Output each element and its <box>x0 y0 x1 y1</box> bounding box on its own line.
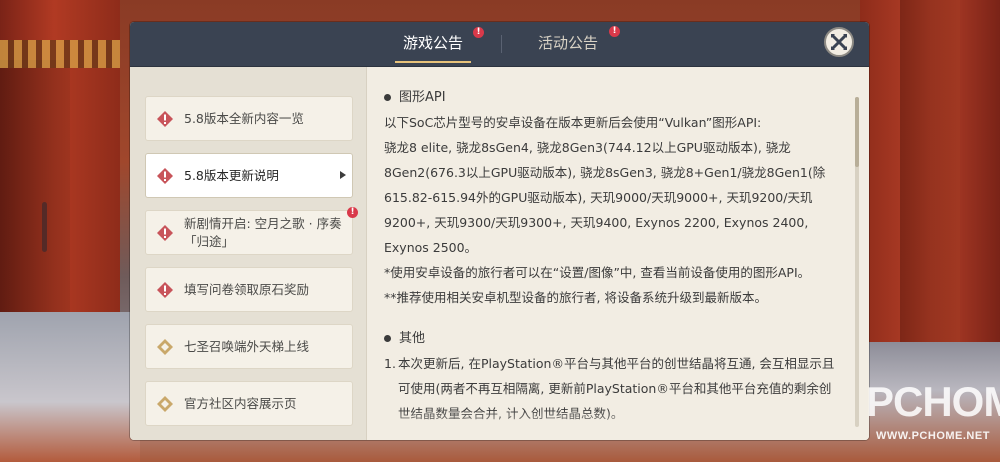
list-item-label: 新剧情开启: 空月之歌 · 序奏「归途」 <box>184 215 342 249</box>
announcement-dialog: 游戏公告 ! 活动公告 ! 5.8版本全新内容一览 5.8版本更新说明 新剧情开… <box>130 22 869 440</box>
list-item[interactable]: 新剧情开启: 空月之歌 · 序奏「归途」 ! <box>145 207 358 255</box>
content-scrollbar[interactable] <box>855 97 859 427</box>
warning-diamond-icon <box>157 282 173 298</box>
tab-event-announcements[interactable]: 活动公告 ! <box>538 22 620 66</box>
list-item[interactable]: 5.8版本全新内容一览 <box>145 96 353 141</box>
tab-divider <box>501 35 502 53</box>
paragraph: **推荐使用相关安卓机型设备的旅行者, 将设备系统升级到最新版本。 <box>384 290 767 305</box>
warning-diamond-icon <box>157 225 173 241</box>
announcement-content[interactable]: 图形API 以下SoC芯片型号的安卓设备在版本更新后会使用“Vulkan”图形A… <box>366 67 869 440</box>
list-item-selected[interactable]: 5.8版本更新说明 <box>145 153 353 198</box>
dialog-header: 游戏公告 ! 活动公告 ! <box>130 22 869 67</box>
new-badge: ! <box>609 26 620 37</box>
warning-diamond-icon <box>157 168 173 184</box>
tab-label: 活动公告 <box>538 34 599 52</box>
paragraph: 骁龙8 elite, 骁龙8sGen4, 骁龙8Gen3(744.12以上GPU… <box>384 140 826 255</box>
tab-game-announcements[interactable]: 游戏公告 ! <box>395 22 484 66</box>
paragraph: 以下SoC芯片型号的安卓设备在版本更新后会使用“Vulkan”图形API: <box>384 115 762 130</box>
bullet-icon <box>384 94 391 101</box>
paragraph: *使用安卓设备的旅行者可以在“设置/图像”中, 查看当前设备使用的图形API。 <box>384 265 811 280</box>
list-item-label: 5.8版本更新说明 <box>184 167 279 183</box>
close-x-icon <box>831 34 847 50</box>
section-title-text: 图形API <box>399 90 446 105</box>
list-item-label: 七圣召唤端外天梯上线 <box>184 338 310 354</box>
close-button[interactable] <box>824 27 854 57</box>
edge-handle[interactable] <box>42 202 47 252</box>
warning-diamond-icon <box>157 111 173 127</box>
list-item[interactable]: 填写问卷领取原石奖励 <box>145 267 353 312</box>
section-title: 其他 <box>384 326 836 351</box>
list-item-label: 官方社区内容展示页 <box>184 395 297 411</box>
list-item[interactable]: 官方社区内容展示页 <box>145 381 353 426</box>
scroll-fade <box>367 410 869 440</box>
section-title: 图形API <box>384 85 836 110</box>
bullet-icon <box>384 335 391 342</box>
list-item-label: 5.8版本全新内容一览 <box>184 110 304 126</box>
card-diamond-icon <box>157 339 173 355</box>
section-title-text: 其他 <box>399 331 426 346</box>
scrollbar-thumb[interactable] <box>855 97 859 167</box>
tab-label: 游戏公告 <box>403 34 464 52</box>
content-body: 图形API 以下SoC芯片型号的安卓设备在版本更新后会使用“Vulkan”图形A… <box>384 85 836 426</box>
announcement-list: 5.8版本全新内容一览 5.8版本更新说明 新剧情开启: 空月之歌 · 序奏「归… <box>130 67 366 440</box>
chevron-right-icon <box>340 171 346 179</box>
active-tab-underline <box>395 61 472 63</box>
new-badge: ! <box>347 207 358 218</box>
new-badge: ! <box>473 27 484 38</box>
card-diamond-icon <box>157 396 173 412</box>
list-item-label: 填写问卷领取原石奖励 <box>184 281 310 297</box>
list-item[interactable]: 七圣召唤端外天梯上线 <box>145 324 353 369</box>
